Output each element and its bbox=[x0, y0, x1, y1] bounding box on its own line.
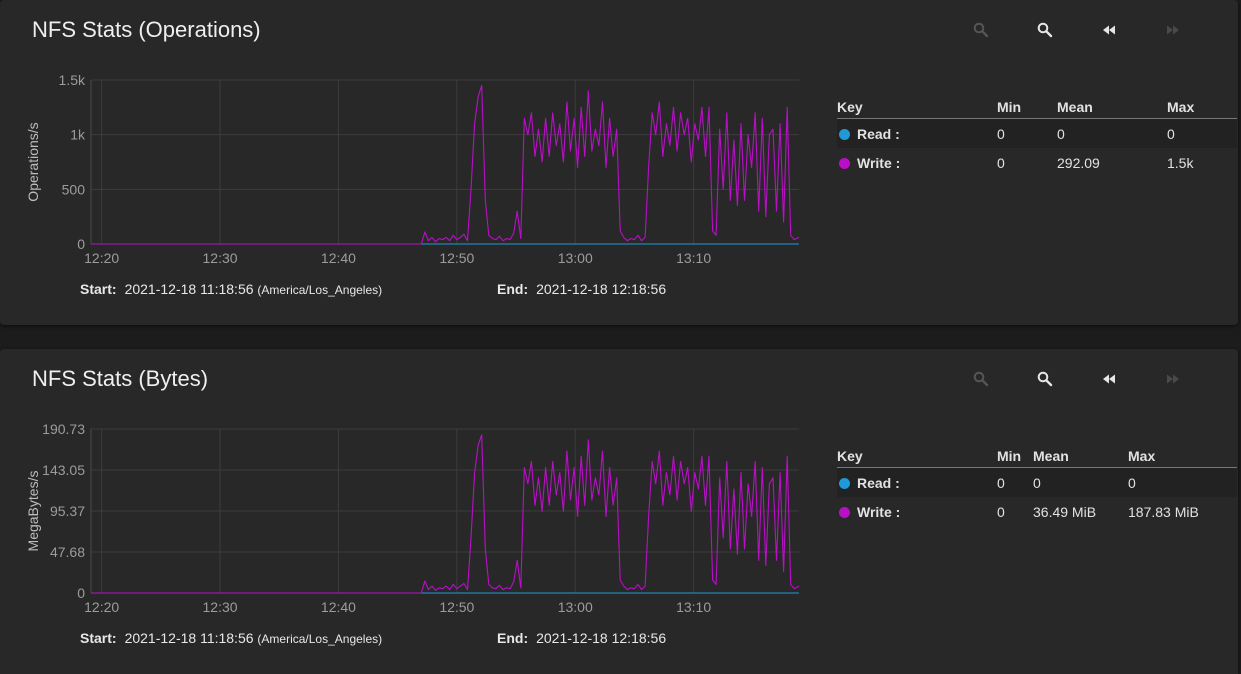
legend-max: 187.83 MiB bbox=[1128, 503, 1199, 520]
legend-header-mean: Mean bbox=[1057, 99, 1167, 119]
legend-mean: 0 bbox=[1057, 118, 1167, 148]
nfs-bytes-card: NFS Stats (Bytes) 0 47.68 95.37 143.05 190.7… bbox=[0, 349, 1238, 674]
legend-min: 0 bbox=[997, 118, 1057, 148]
legend-row-write: Write : 0 36.49 MiB 187.83 MiB bbox=[837, 497, 1237, 526]
y-tick-label: 47.68 bbox=[50, 544, 85, 560]
legend-name: Read : bbox=[857, 125, 900, 142]
end-time: 2021-12-18 12:18:56 bbox=[536, 281, 667, 297]
legend-name: Read : bbox=[857, 474, 900, 491]
legend-header-max: Max bbox=[1128, 448, 1237, 468]
series-line-write bbox=[91, 434, 800, 594]
legend-row-write: Write : 0 292.09 1.5k bbox=[837, 148, 1237, 177]
y-tick-label: 1.5k bbox=[59, 72, 86, 88]
y-tick-label: 190.73 bbox=[42, 421, 85, 437]
legend-header-min: Min bbox=[997, 448, 1033, 468]
y-tick-label: 95.37 bbox=[50, 503, 85, 519]
fast-forward-button[interactable] bbox=[1161, 367, 1185, 391]
rewind-icon bbox=[1103, 374, 1115, 384]
y-axis-label: Operations/s bbox=[25, 122, 41, 201]
x-tick-label: 13:00 bbox=[558, 599, 593, 615]
range-end: End: 2021-12-18 12:18:56 bbox=[497, 281, 667, 297]
rewind-button[interactable] bbox=[1097, 367, 1121, 391]
legend-header-min: Min bbox=[997, 99, 1057, 119]
operations-chart: 05001k1.5k12:20 12:30 12:40 12:50 13:00 13:10… bbox=[25, 72, 800, 266]
legend-name: Write : bbox=[857, 154, 901, 171]
zoom-out-button[interactable] bbox=[1033, 18, 1057, 42]
legend-min: 0 bbox=[997, 467, 1033, 497]
legend-header-key: Key bbox=[837, 448, 997, 468]
range-start: Start: 2021-12-18 11:18:56 (America/Los_A… bbox=[80, 281, 383, 297]
fast-forward-button[interactable] bbox=[1161, 18, 1185, 42]
read-dot-icon bbox=[839, 477, 850, 489]
end-time: 2021-12-18 12:18:56 bbox=[536, 630, 667, 646]
legend-table: Key Min Mean Max Read : 0 0 0 Write : 0 … bbox=[837, 448, 1237, 526]
legend-max: 0 bbox=[1167, 118, 1237, 148]
rewind-button[interactable] bbox=[1097, 18, 1121, 42]
legend-min: 0 bbox=[997, 503, 1005, 520]
y-tick-label: 1k bbox=[70, 127, 86, 143]
legend-row-read: Read : 0 0 0 bbox=[837, 118, 1237, 148]
x-tick-label: 12:20 bbox=[84, 250, 119, 266]
legend-row-read: Read : 0 0 0 bbox=[837, 467, 1237, 497]
x-tick-label: 12:30 bbox=[203, 599, 238, 615]
x-tick-label: 12:30 bbox=[203, 250, 238, 266]
range-start: Start: 2021-12-18 11:18:56 (America/Los_A… bbox=[80, 630, 383, 646]
x-tick-label: 12:50 bbox=[439, 250, 474, 266]
zoom-out-icon bbox=[1037, 22, 1053, 38]
zoom-in-icon bbox=[973, 371, 989, 387]
legend-header-key: Key bbox=[837, 99, 997, 119]
start-time: 2021-12-18 11:18:56 bbox=[124, 630, 254, 646]
write-dot-icon bbox=[839, 157, 850, 169]
y-tick-label: 500 bbox=[62, 181, 86, 197]
x-tick-label: 12:40 bbox=[321, 599, 356, 615]
zoom-in-button[interactable] bbox=[969, 367, 993, 391]
zoom-in-icon bbox=[973, 22, 989, 38]
x-tick-label: 13:00 bbox=[558, 250, 593, 266]
series-line-write bbox=[91, 84, 800, 245]
x-tick-label: 12:50 bbox=[439, 599, 474, 615]
legend-mean: 36.49 MiB bbox=[1033, 503, 1097, 520]
rewind-icon bbox=[1103, 25, 1115, 35]
fast-forward-icon bbox=[1167, 25, 1179, 35]
legend-mean: 0 bbox=[1033, 467, 1128, 497]
write-dot-icon bbox=[839, 506, 850, 518]
x-tick-label: 12:20 bbox=[84, 599, 119, 615]
nfs-operations-card: NFS Stats (Operations) 0 500 1k 1.5k 12:20 12… bbox=[0, 0, 1238, 325]
legend-min: 0 bbox=[997, 154, 1005, 171]
x-tick-label: 12:40 bbox=[321, 250, 356, 266]
zoom-out-button[interactable] bbox=[1033, 367, 1057, 391]
legend-max: 1.5k bbox=[1167, 154, 1194, 171]
legend-table: Key Min Mean Max Read : 0 0 0 Write : 0 … bbox=[837, 99, 1237, 177]
y-axis-label: MegaBytes/s bbox=[25, 471, 41, 552]
x-tick-label: 13:10 bbox=[676, 599, 711, 615]
legend-mean: 292.09 bbox=[1057, 154, 1100, 171]
range-end: End: 2021-12-18 12:18:56 bbox=[497, 630, 667, 646]
zoom-in-button[interactable] bbox=[969, 18, 993, 42]
zoom-out-icon bbox=[1037, 371, 1053, 387]
legend-max: 0 bbox=[1128, 467, 1237, 497]
read-dot-icon bbox=[839, 128, 850, 140]
legend-header-max: Max bbox=[1167, 99, 1237, 119]
legend-header-mean: Mean bbox=[1033, 448, 1128, 468]
y-tick-label: 143.05 bbox=[42, 462, 85, 478]
legend-name: Write : bbox=[857, 503, 901, 520]
fast-forward-icon bbox=[1167, 374, 1179, 384]
timezone: (America/Los_Angeles) bbox=[257, 283, 383, 297]
bytes-chart: 047.6895.37143.05190.7312:20 12:30 12:40 12… bbox=[25, 421, 800, 615]
start-time: 2021-12-18 11:18:56 bbox=[124, 281, 254, 297]
timezone: (America/Los_Angeles) bbox=[257, 632, 383, 646]
x-tick-label: 13:10 bbox=[676, 250, 711, 266]
